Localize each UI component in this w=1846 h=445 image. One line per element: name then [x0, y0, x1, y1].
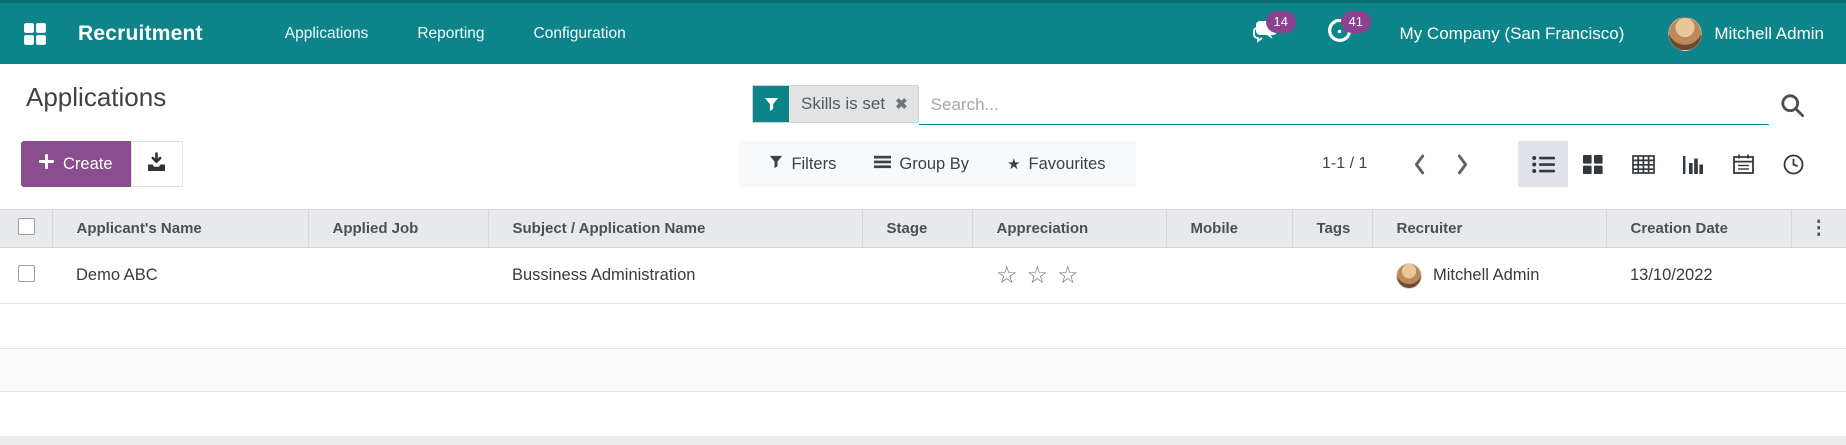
company-menu[interactable]: My Company (San Francisco): [1400, 24, 1625, 44]
search-magnifier-icon[interactable]: [1769, 85, 1815, 125]
activities-badge: 41: [1340, 10, 1372, 33]
calendar-view-icon[interactable]: [1718, 141, 1768, 187]
cell-applicant-name: Demo ABC: [52, 247, 308, 304]
activities-menu[interactable]: 41: [1327, 10, 1372, 49]
column-header-tags[interactable]: Tags: [1292, 209, 1373, 248]
empty-row-shaded: [0, 348, 1846, 392]
filter-funnel-icon: [753, 86, 789, 122]
pager-nav: [1411, 152, 1471, 177]
plus-icon: [39, 154, 54, 174]
optional-columns-toggle-icon[interactable]: ⋮: [1809, 218, 1828, 239]
star-empty-icon[interactable]: ☆: [1027, 262, 1049, 289]
column-header-stage[interactable]: Stage: [862, 209, 973, 248]
favourites-label: Favourites: [1028, 154, 1106, 173]
nav-menu-reporting[interactable]: Reporting: [417, 25, 484, 43]
apps-grid-icon[interactable]: [22, 21, 48, 47]
optional-columns-cell: ⋮: [1791, 209, 1846, 248]
empty-row: [0, 392, 1846, 436]
filters-button[interactable]: Filters: [769, 155, 836, 174]
top-navbar: Recruitment Applications Reporting Confi…: [0, 0, 1846, 64]
column-header-subject[interactable]: Subject / Application Name: [488, 209, 863, 248]
table-header-row: Applicant's Name Applied Job Subject / A…: [0, 209, 1846, 248]
app-brand-title[interactable]: Recruitment: [78, 22, 203, 46]
create-button[interactable]: Create: [21, 141, 131, 187]
appreciation-stars: ☆ ☆ ☆: [996, 262, 1088, 289]
cell-mobile: [1166, 247, 1292, 304]
pager-next-icon[interactable]: [1454, 152, 1471, 177]
filters-label: Filters: [791, 154, 837, 173]
column-header-appreciation[interactable]: Appreciation: [972, 209, 1167, 248]
cell-recruiter: Mitchell Admin: [1372, 247, 1606, 304]
empty-row: [0, 304, 1846, 348]
column-header-applied-job[interactable]: Applied Job: [308, 209, 489, 248]
export-button[interactable]: [130, 141, 183, 187]
star-empty-icon[interactable]: ☆: [1057, 262, 1079, 289]
search-options-bar: Filters Group By ★ Favourites: [739, 141, 1136, 187]
messages-menu[interactable]: 14: [1252, 10, 1297, 49]
applications-list: Applicant's Name Applied Job Subject / A…: [0, 209, 1846, 304]
action-buttons: Create: [21, 141, 183, 187]
search-facet-skills-is-set: Skills is set ✖: [752, 85, 919, 123]
list-view-icon[interactable]: [1518, 141, 1568, 187]
search-bar: Skills is set ✖: [752, 85, 1815, 125]
activity-view-icon[interactable]: [1768, 141, 1818, 187]
cell-stage: [862, 247, 972, 304]
create-button-label: Create: [63, 154, 113, 173]
star-empty-icon[interactable]: ☆: [996, 262, 1018, 289]
kanban-view-icon[interactable]: [1568, 141, 1618, 187]
recruiter-avatar: [1396, 262, 1422, 289]
group-by-bars-icon: [874, 155, 892, 174]
cell-appreciation: ☆ ☆ ☆: [972, 247, 1166, 304]
pager-range[interactable]: 1-1 / 1: [1322, 155, 1367, 173]
group-by-button[interactable]: Group By: [874, 155, 969, 174]
select-all-checkbox[interactable]: [18, 218, 35, 235]
pager-previous-icon[interactable]: [1411, 152, 1428, 177]
nav-menu-configuration[interactable]: Configuration: [534, 25, 626, 43]
group-by-label: Group By: [899, 154, 970, 173]
messages-badge: 14: [1265, 10, 1297, 33]
pivot-view-icon[interactable]: [1618, 141, 1668, 187]
select-all-cell: [0, 209, 53, 248]
favourites-button[interactable]: ★ Favourites: [1007, 155, 1105, 174]
user-name: Mitchell Admin: [1714, 23, 1824, 43]
graph-view-icon[interactable]: [1668, 141, 1718, 187]
star-icon: ★: [1007, 156, 1021, 173]
search-input[interactable]: [918, 94, 1769, 115]
facet-close-icon[interactable]: ✖: [893, 86, 918, 122]
recruiter-name: Mitchell Admin: [1433, 266, 1540, 284]
funnel-icon: [769, 155, 783, 174]
export-download-icon: [146, 152, 167, 176]
pager: 1-1 / 1: [1322, 141, 1471, 187]
table-row[interactable]: Demo ABC Bussiness Administration ☆ ☆ ☆ Mi…: [0, 247, 1846, 304]
control-panel: Applications Create Skills is set ✖ Sear…: [0, 64, 1846, 209]
column-header-mobile[interactable]: Mobile: [1166, 209, 1293, 248]
column-header-applicant-name[interactable]: Applicant's Name: [52, 209, 309, 248]
navbar-right: 14 41 My Company (San Francisco) Mitchel…: [1252, 10, 1824, 51]
search-facet-label: Skills is set: [801, 94, 886, 113]
cell-creation-date: 13/10/2022: [1606, 247, 1791, 304]
user-avatar: [1668, 16, 1703, 51]
cell-subject: Bussiness Administration: [488, 247, 862, 304]
nav-menu-applications[interactable]: Applications: [285, 25, 369, 43]
search-input-wrap: [918, 85, 1769, 125]
column-header-recruiter[interactable]: Recruiter: [1372, 209, 1607, 248]
column-header-creation-date[interactable]: Creation Date: [1606, 209, 1792, 248]
row-checkbox[interactable]: [18, 264, 35, 282]
cell-tags: [1292, 247, 1372, 304]
nav-menus: Applications Reporting Configuration: [285, 25, 626, 43]
user-menu[interactable]: Mitchell Admin: [1668, 16, 1824, 51]
row-select-cell: [0, 247, 52, 304]
bottom-strip: [0, 436, 1846, 445]
cell-applied-job: [308, 247, 488, 304]
breadcrumb-title: Applications: [26, 82, 167, 112]
view-switcher: [1518, 141, 1818, 187]
